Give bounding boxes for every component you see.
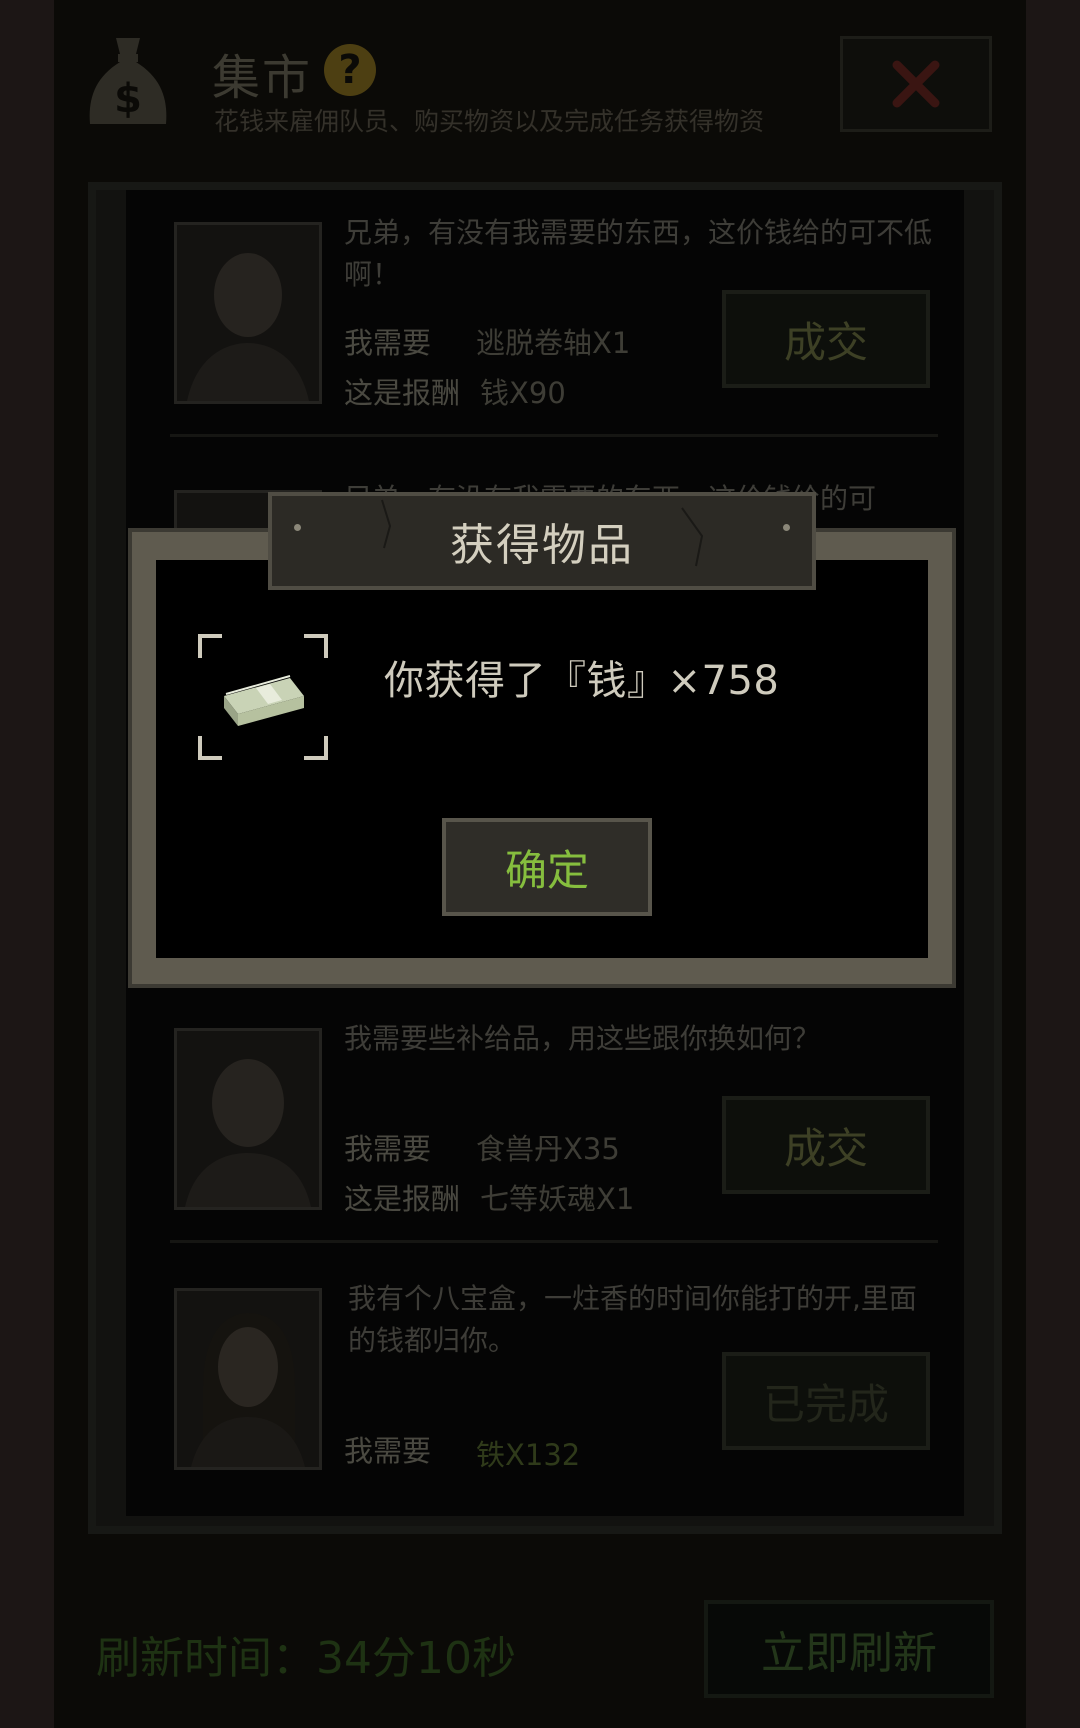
- item-slot: [198, 634, 328, 760]
- refresh-timer: 刷新时间：34分10秒: [96, 1622, 516, 1686]
- quest-portrait: [174, 1028, 322, 1210]
- confirm-button[interactable]: 确定: [442, 818, 652, 916]
- refresh-label: 刷新时间：: [96, 1633, 316, 1684]
- close-button[interactable]: [840, 36, 992, 132]
- quest-text: 我需要些补给品，用这些跟你换如何？: [344, 1022, 821, 1055]
- money-bag-icon: $: [89, 38, 167, 124]
- page-title: 集市: [212, 50, 313, 106]
- reward-message: 你获得了『钱』×758: [384, 658, 780, 704]
- close-icon: [892, 60, 940, 108]
- need-label: 我需要: [344, 1132, 432, 1166]
- need-value: 逃脱卷轴X1: [476, 326, 631, 360]
- dialog-title-plate: 获得物品: [268, 492, 816, 590]
- cash-stack-icon: [224, 675, 304, 726]
- reward-value: 七等妖魂X1: [480, 1182, 635, 1216]
- svg-text:$: $: [114, 76, 142, 122]
- need-label: 我需要: [344, 1434, 432, 1468]
- reward-value: 钱X90: [480, 376, 566, 410]
- refresh-time: 34分10秒: [316, 1633, 516, 1684]
- deal-button[interactable]: 成交: [722, 1096, 930, 1194]
- reward-label: 这是报酬: [344, 1182, 461, 1216]
- dialog-title: 获得物品: [450, 520, 634, 571]
- quest-portrait: [174, 222, 322, 404]
- quest-portrait: [174, 1288, 322, 1470]
- divider: [170, 434, 938, 437]
- divider: [170, 1240, 938, 1243]
- need-value: 铁X132: [476, 1438, 581, 1472]
- refresh-now-button[interactable]: 立即刷新: [704, 1600, 994, 1698]
- quest-text: 兄弟，有没有我需要的东西，这价钱给的可不低啊！: [344, 216, 933, 291]
- need-label: 我需要: [344, 326, 432, 360]
- help-icon[interactable]: ?: [324, 44, 376, 96]
- quest-text: 我有个八宝盒，一炷香的时间你能打的开,里面的钱都归你。: [348, 1282, 917, 1357]
- deal-button[interactable]: 成交: [722, 290, 930, 388]
- need-value: 食兽丹X35: [476, 1132, 620, 1166]
- page-subtitle: 花钱来雇佣队员、购买物资以及完成任务获得物资: [214, 107, 765, 136]
- completed-button: 已完成: [722, 1352, 930, 1450]
- reward-label: 这是报酬: [344, 376, 461, 410]
